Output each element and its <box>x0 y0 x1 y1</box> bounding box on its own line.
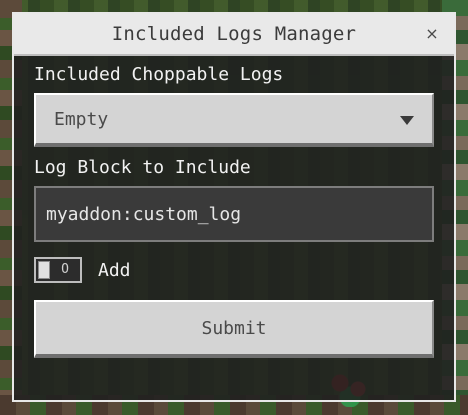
choppable-logs-label: Included Choppable Logs <box>34 64 284 85</box>
close-icon: × <box>425 23 439 43</box>
dropdown-selected-value: Empty <box>54 109 109 130</box>
submit-button[interactable]: Submit <box>34 300 434 358</box>
dialog-titlebar: Included Logs Manager × <box>14 14 454 56</box>
log-block-label: Log Block to Include <box>34 157 251 178</box>
toggle-knob <box>38 261 50 279</box>
log-block-field[interactable] <box>34 186 434 242</box>
dialog-content: Included Choppable Logs Empty Log Block … <box>14 54 454 358</box>
toggle-state-indicator: O <box>61 261 69 277</box>
log-block-input[interactable] <box>36 188 432 240</box>
dialog-title: Included Logs Manager <box>111 23 357 45</box>
submit-button-label: Submit <box>201 317 267 339</box>
add-toggle-label: Add <box>98 259 131 281</box>
add-toggle-row: O Add <box>34 254 434 286</box>
choppable-logs-dropdown[interactable]: Empty <box>34 93 434 147</box>
included-logs-dialog: Included Logs Manager × Included Choppab… <box>12 12 456 402</box>
chevron-down-icon <box>398 111 416 129</box>
close-button[interactable]: × <box>420 21 444 45</box>
add-toggle[interactable]: O <box>34 257 82 283</box>
